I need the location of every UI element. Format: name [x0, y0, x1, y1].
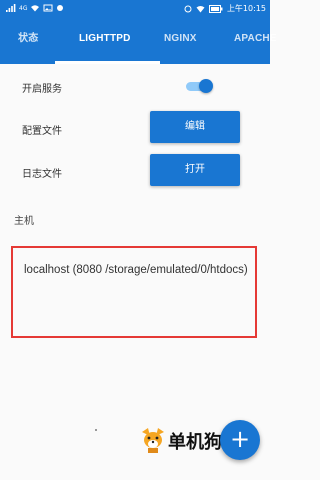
host-section-label: 主机: [14, 216, 34, 227]
status-bar: 4G 上午10:15: [0, 0, 270, 18]
plus-icon: +: [229, 425, 251, 453]
notification-dot-icon: [57, 5, 64, 11]
alarm-icon: [184, 5, 192, 13]
status-bar-left: 4G: [6, 4, 66, 12]
watermark-logo: 单机狗: [138, 426, 228, 454]
dog-mascot-icon: [142, 428, 164, 453]
clock-time: 上午10:15: [226, 4, 266, 13]
edit-config-button[interactable]: 编辑: [150, 111, 240, 143]
host-entry-highlight[interactable]: localhost (8080 /storage/emulated/0/htdo…: [11, 246, 257, 338]
status-bar-right: 上午10:15: [184, 3, 266, 14]
cellular-signal-icon: [6, 4, 16, 12]
watermark-text: 单机狗: [168, 432, 222, 453]
tab-nginx[interactable]: NGINX: [164, 18, 197, 64]
tab-status[interactable]: 状态: [18, 18, 38, 64]
wifi-signal-icon: [196, 5, 205, 12]
tab-bar: 状态 LIGHTTPD NGINX APACHE: [0, 18, 276, 64]
toggle-thumb: [199, 79, 213, 93]
tab-lighttpd[interactable]: LIGHTTPD: [79, 18, 131, 64]
wifi-icon: [31, 5, 40, 12]
battery-icon: [208, 4, 223, 13]
enable-service-toggle[interactable]: [186, 78, 213, 94]
active-tab-indicator: [55, 61, 160, 64]
enable-service-label: 开启服务: [22, 84, 62, 95]
host-entry-text: localhost (8080 /storage/emulated/0/htdo…: [24, 264, 248, 276]
divider-dot: [95, 429, 97, 431]
add-host-button[interactable]: +: [220, 420, 260, 460]
log-file-label: 日志文件: [22, 169, 62, 180]
open-log-button[interactable]: 打开: [150, 154, 240, 186]
tab-apache[interactable]: APACHE: [234, 18, 277, 64]
image-notification-icon: [43, 4, 53, 12]
network-type-label: 4G: [19, 4, 28, 12]
config-file-label: 配置文件: [22, 126, 62, 137]
